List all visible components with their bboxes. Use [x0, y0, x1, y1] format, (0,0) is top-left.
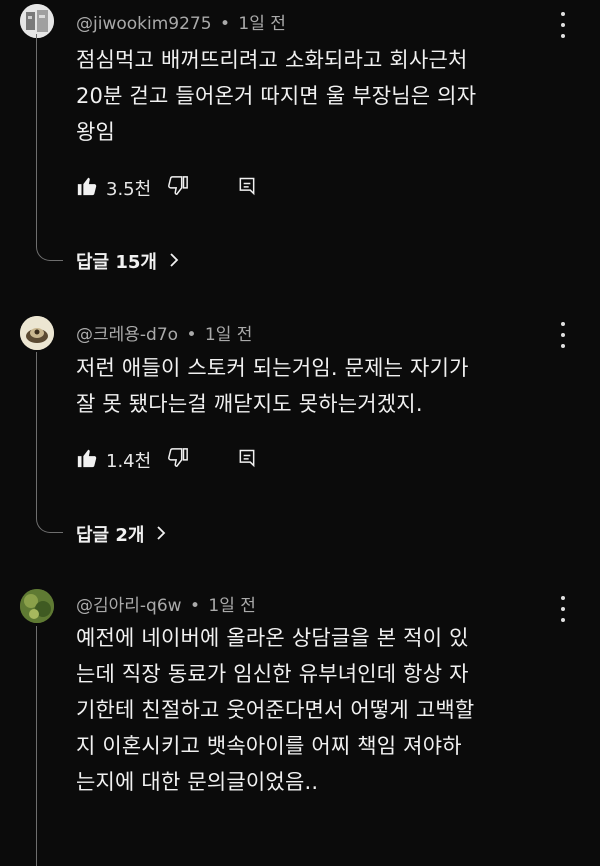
comment-line: 저런 애들이 스토커 되는거임. 문제는 자기가	[76, 356, 469, 380]
comment-line: 왕임	[76, 120, 116, 144]
thumbs-up-icon[interactable]	[76, 175, 98, 201]
comment-text: 저런 애들이 스토커 되는거임. 문제는 자기가 잘 못 됐다는걸 깨닫지도 못…	[76, 350, 566, 422]
replies-label: 답글 15개	[76, 252, 157, 273]
comment-meta: @크레용-d7o • 1일 전	[76, 320, 252, 345]
thread-line	[36, 626, 63, 866]
meta-separator: •	[219, 14, 230, 34]
meta-separator: •	[186, 325, 197, 345]
avatar[interactable]	[20, 316, 54, 350]
thread-line	[36, 352, 63, 533]
more-vert-icon[interactable]	[556, 322, 570, 348]
reply-comment-icon[interactable]	[237, 176, 257, 200]
author-handle[interactable]: @jiwookim9275	[76, 14, 212, 34]
meta-separator: •	[189, 596, 201, 616]
comment-line: 기한테 친절하고 웃어준다면서 어떻게 고백할	[76, 698, 475, 722]
avatar[interactable]	[20, 589, 54, 623]
comment-meta: @김아리-q6w • 1일 전	[76, 591, 256, 616]
thumbs-down-icon[interactable]	[167, 175, 189, 201]
replies-label: 답글 2개	[76, 525, 145, 546]
chevron-right-icon	[169, 251, 179, 272]
thread-line	[36, 34, 63, 261]
comment-line: 는데 직장 동료가 임신한 유부녀인데 항상 자	[76, 662, 469, 686]
comment-line: 지 이혼시키고 뱃속아이를 어찌 책임 져야하	[76, 734, 462, 758]
chevron-right-icon	[156, 524, 166, 545]
timestamp[interactable]: 1일 전	[208, 596, 256, 616]
comment-meta: @jiwookim9275 • 1일 전	[76, 9, 286, 34]
timestamp[interactable]: 1일 전	[205, 325, 253, 345]
action-bar: 1.4천	[76, 446, 257, 474]
more-vert-icon[interactable]	[556, 596, 570, 622]
comment-line: 는지에 대한 문의글이었음..	[76, 770, 319, 794]
comment-line: 점심먹고 배꺼뜨리려고 소화되라고 회사근처	[76, 48, 468, 72]
author-handle[interactable]: @크레용-d7o	[76, 325, 178, 345]
timestamp[interactable]: 1일 전	[238, 14, 286, 34]
thumbs-up-icon[interactable]	[76, 447, 98, 473]
like-count: 3.5천	[106, 179, 152, 200]
more-vert-icon[interactable]	[556, 12, 570, 38]
like-count: 1.4천	[106, 451, 152, 472]
comment-line: 잘 못 됐다는걸 깨닫지도 못하는거겠지.	[76, 392, 423, 416]
reply-comment-icon[interactable]	[237, 448, 257, 472]
thumbs-down-icon[interactable]	[167, 447, 189, 473]
comment-text: 예전에 네이버에 올라온 상담글을 본 적이 있 는데 직장 동료가 임신한 유…	[76, 620, 566, 800]
action-bar: 3.5천	[76, 174, 257, 202]
view-replies-button[interactable]: 답글 15개	[76, 248, 179, 274]
view-replies-button[interactable]: 답글 2개	[76, 521, 166, 547]
comment-text: 점심먹고 배꺼뜨리려고 소화되라고 회사근처 20분 걷고 들어온거 따지면 울…	[76, 42, 566, 150]
avatar[interactable]	[20, 4, 54, 38]
author-handle[interactable]: @김아리-q6w	[76, 596, 182, 616]
comment-line: 예전에 네이버에 올라온 상담글을 본 적이 있	[76, 626, 469, 650]
comment-line: 20분 걷고 들어온거 따지면 울 부장님은 의자	[76, 84, 477, 108]
